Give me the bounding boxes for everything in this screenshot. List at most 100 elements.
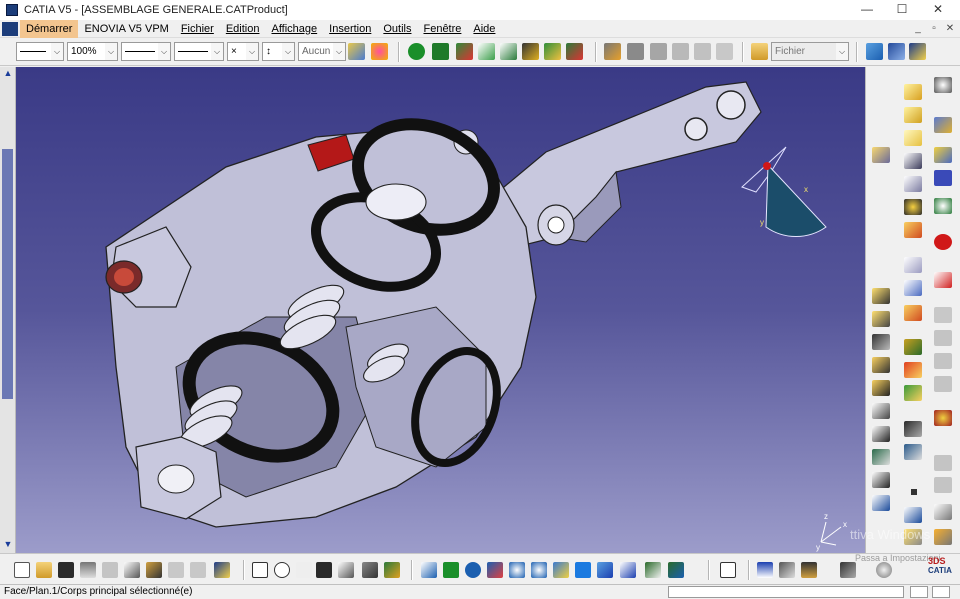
reorder-icon[interactable] <box>384 562 400 578</box>
text-annotation-icon[interactable] <box>904 257 922 273</box>
fit-all-in-icon[interactable] <box>408 43 425 60</box>
command-input[interactable] <box>668 586 904 598</box>
save-icon[interactable] <box>58 562 74 578</box>
menu-affichage[interactable]: Affichage <box>265 20 323 38</box>
shaft-icon[interactable] <box>904 107 922 123</box>
shading-mode-icon[interactable] <box>620 562 636 578</box>
disabled-tool-a-icon[interactable] <box>934 307 952 323</box>
menu-insertion[interactable]: Insertion <box>323 20 377 38</box>
save-management-icon[interactable] <box>627 43 644 60</box>
rotate-icon[interactable] <box>487 562 503 578</box>
pdf-export-icon[interactable] <box>934 272 952 288</box>
layer-combo[interactable]: Aucun ⌵ <box>298 42 346 61</box>
line-type-combo[interactable]: ⌵ <box>121 42 171 61</box>
disabled-tool-d-icon[interactable] <box>934 376 952 392</box>
line-thickness-combo[interactable]: ⌵ <box>174 42 224 61</box>
stiffener-icon[interactable] <box>904 176 922 192</box>
multi-view-bottom-icon[interactable] <box>575 562 591 578</box>
flag-note-icon[interactable] <box>904 280 922 296</box>
curve-icon[interactable] <box>872 495 890 511</box>
scroll-down-arrow-icon[interactable]: ▼ <box>2 539 14 551</box>
assembly-model-svg[interactable]: x y x y z <box>16 67 865 553</box>
layer-number-combo[interactable]: ↕ ⌵ <box>262 42 295 61</box>
grouped-explode-icon[interactable] <box>566 43 583 60</box>
menu-fichier[interactable]: Fichier <box>175 20 220 38</box>
formula-icon[interactable] <box>252 562 268 578</box>
menu-fenetre[interactable]: Fenêtre <box>417 20 467 38</box>
plane-icon[interactable] <box>934 504 952 520</box>
help-icon[interactable] <box>214 562 230 578</box>
hide-show-bottom-icon[interactable] <box>645 562 661 578</box>
point-icon[interactable] <box>911 489 917 495</box>
design-table-icon[interactable] <box>296 562 312 578</box>
camera-icon[interactable] <box>840 562 856 578</box>
menu-outils[interactable]: Outils <box>377 20 417 38</box>
pan-icon[interactable] <box>432 43 449 60</box>
render-icon[interactable] <box>904 385 922 401</box>
normal-view-icon[interactable] <box>553 562 569 578</box>
zoom-in-icon[interactable] <box>509 562 525 578</box>
cursor-icon[interactable] <box>934 529 952 545</box>
scan-icon[interactable] <box>362 562 378 578</box>
help-context-icon[interactable] <box>716 43 733 60</box>
cylinder-icon[interactable] <box>872 357 890 373</box>
cut-icon[interactable] <box>102 562 118 578</box>
multi-view-icon[interactable] <box>888 43 905 60</box>
stop-manipulate-icon[interactable] <box>544 43 561 60</box>
box-icon[interactable] <box>872 380 890 396</box>
disabled-tool-c-icon[interactable] <box>934 353 952 369</box>
sectioning-icon[interactable] <box>672 43 689 60</box>
line-icon[interactable] <box>904 507 922 523</box>
symmetry-icon[interactable] <box>934 198 952 214</box>
lever-arm[interactable] <box>485 81 762 253</box>
disabled-tool-b-icon[interactable] <box>934 330 952 346</box>
sketch-icon[interactable] <box>872 147 890 163</box>
wireframe-icon[interactable] <box>872 426 890 442</box>
maximize-button[interactable]: ☐ <box>882 0 922 20</box>
material-icon[interactable] <box>904 339 922 355</box>
painter-icon[interactable] <box>348 43 365 60</box>
manipulation-icon[interactable] <box>478 43 495 60</box>
catalog-browser-icon[interactable] <box>604 43 621 60</box>
measure-bottom-icon[interactable] <box>801 562 817 578</box>
zoom-out-icon[interactable] <box>531 562 547 578</box>
status-toggle-button[interactable] <box>910 586 928 598</box>
knowledge-icon[interactable] <box>274 562 290 578</box>
explode-icon[interactable] <box>500 43 517 60</box>
swap-visible-icon[interactable] <box>668 562 684 578</box>
paste-icon[interactable] <box>146 562 162 578</box>
catalog-icon[interactable] <box>720 562 736 578</box>
mdi-minimize-button[interactable]: _ <box>910 20 926 38</box>
new-file-icon[interactable] <box>14 562 30 578</box>
menu-demarrer[interactable]: Démarrer <box>20 19 79 38</box>
zoom-combo[interactable]: 100% ⌵ <box>67 42 118 61</box>
distance-analysis-icon[interactable] <box>694 43 711 60</box>
profile-icon[interactable] <box>872 311 890 327</box>
disabled-tool-f-icon[interactable] <box>934 477 952 493</box>
scroll-up-arrow-icon[interactable]: ▲ <box>2 68 14 80</box>
triangle-icon[interactable] <box>934 410 952 426</box>
tree-scrollbar[interactable]: ▲ ▼ <box>0 67 16 553</box>
snap-icon[interactable] <box>456 43 473 60</box>
stop-icon[interactable] <box>934 234 952 250</box>
whats-this-icon[interactable] <box>909 43 926 60</box>
insert-body-icon[interactable] <box>934 147 952 163</box>
clash-icon[interactable] <box>522 43 539 60</box>
graphic-properties-icon[interactable] <box>371 43 388 60</box>
redo-icon[interactable] <box>190 562 206 578</box>
thickness-icon[interactable] <box>872 472 890 488</box>
fit-view-icon[interactable] <box>866 43 883 60</box>
paint-icon[interactable] <box>904 305 922 321</box>
axis-system-icon[interactable] <box>904 199 922 215</box>
rib-icon[interactable] <box>904 153 922 169</box>
hide-show-icon[interactable] <box>872 334 890 350</box>
measure-icon[interactable] <box>904 222 922 238</box>
open-icon[interactable] <box>36 562 52 578</box>
snap-to-point-icon[interactable] <box>757 562 773 578</box>
mdi-close-button[interactable]: ✕ <box>942 20 958 38</box>
edge-icon[interactable] <box>872 403 890 419</box>
split-icon[interactable] <box>904 444 922 460</box>
minimize-button[interactable]: — <box>847 0 887 20</box>
library-icon[interactable] <box>779 562 795 578</box>
copy-icon[interactable] <box>124 562 140 578</box>
